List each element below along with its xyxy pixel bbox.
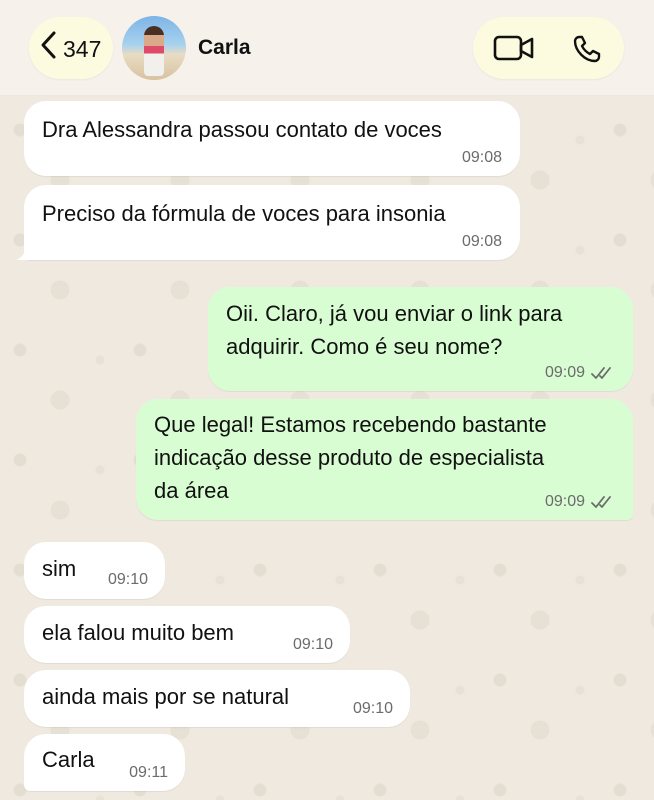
message-time: 09:08 [461, 233, 502, 250]
chat-header: 347 Carla [0, 0, 654, 96]
message-bubble-outgoing[interactable]: Oii. Claro, já vou enviar o link para ad… [208, 287, 633, 391]
message-bubble-incoming[interactable]: Dra Alessandra passou contato de voces 0… [24, 101, 520, 176]
call-actions [473, 17, 624, 79]
phone-icon[interactable] [572, 34, 602, 69]
message-text: sim [42, 556, 77, 581]
chevron-left-icon [39, 30, 57, 68]
message-text: ainda mais por se natural [42, 684, 290, 709]
message-bubble-incoming[interactable]: ela falou muito bem 09:10 [24, 606, 350, 663]
message-time: 09:10 [352, 700, 393, 717]
message-time: 09:09 [544, 364, 585, 381]
message-text: ela falou muito bem [42, 620, 234, 645]
message-bubble-outgoing[interactable]: Que legal! Estamos recebendo bastante in… [136, 399, 633, 520]
message-time: 09:10 [292, 636, 333, 653]
video-camera-icon[interactable] [493, 34, 535, 67]
message-text: Dra Alessandra passou contato de voces [42, 117, 442, 142]
back-button[interactable]: 347 [29, 17, 113, 79]
message-text: Que legal! Estamos recebendo bastante in… [154, 412, 547, 503]
message-text: Oii. Claro, já vou enviar o link para ad… [226, 301, 563, 359]
message-time: 09:11 [129, 764, 168, 781]
double-check-icon [591, 367, 611, 379]
message-text: Carla [42, 747, 95, 772]
message-time: 09:08 [461, 149, 502, 166]
message-text: Preciso da fórmula de voces para insonia [42, 201, 446, 226]
message-bubble-incoming[interactable]: Carla 09:11 [24, 734, 185, 791]
message-time: 09:09 [544, 493, 585, 510]
message-bubble-incoming[interactable]: sim 09:10 [24, 542, 165, 599]
avatar[interactable] [122, 16, 186, 80]
message-bubble-incoming[interactable]: Preciso da fórmula de voces para insonia… [24, 185, 520, 260]
message-bubble-incoming[interactable]: ainda mais por se natural 09:10 [24, 670, 410, 727]
bubble-tail [16, 244, 32, 260]
contact-name[interactable]: Carla [198, 36, 251, 60]
message-time: 09:10 [107, 571, 148, 588]
double-check-icon [591, 496, 611, 508]
unread-count: 347 [63, 36, 102, 62]
